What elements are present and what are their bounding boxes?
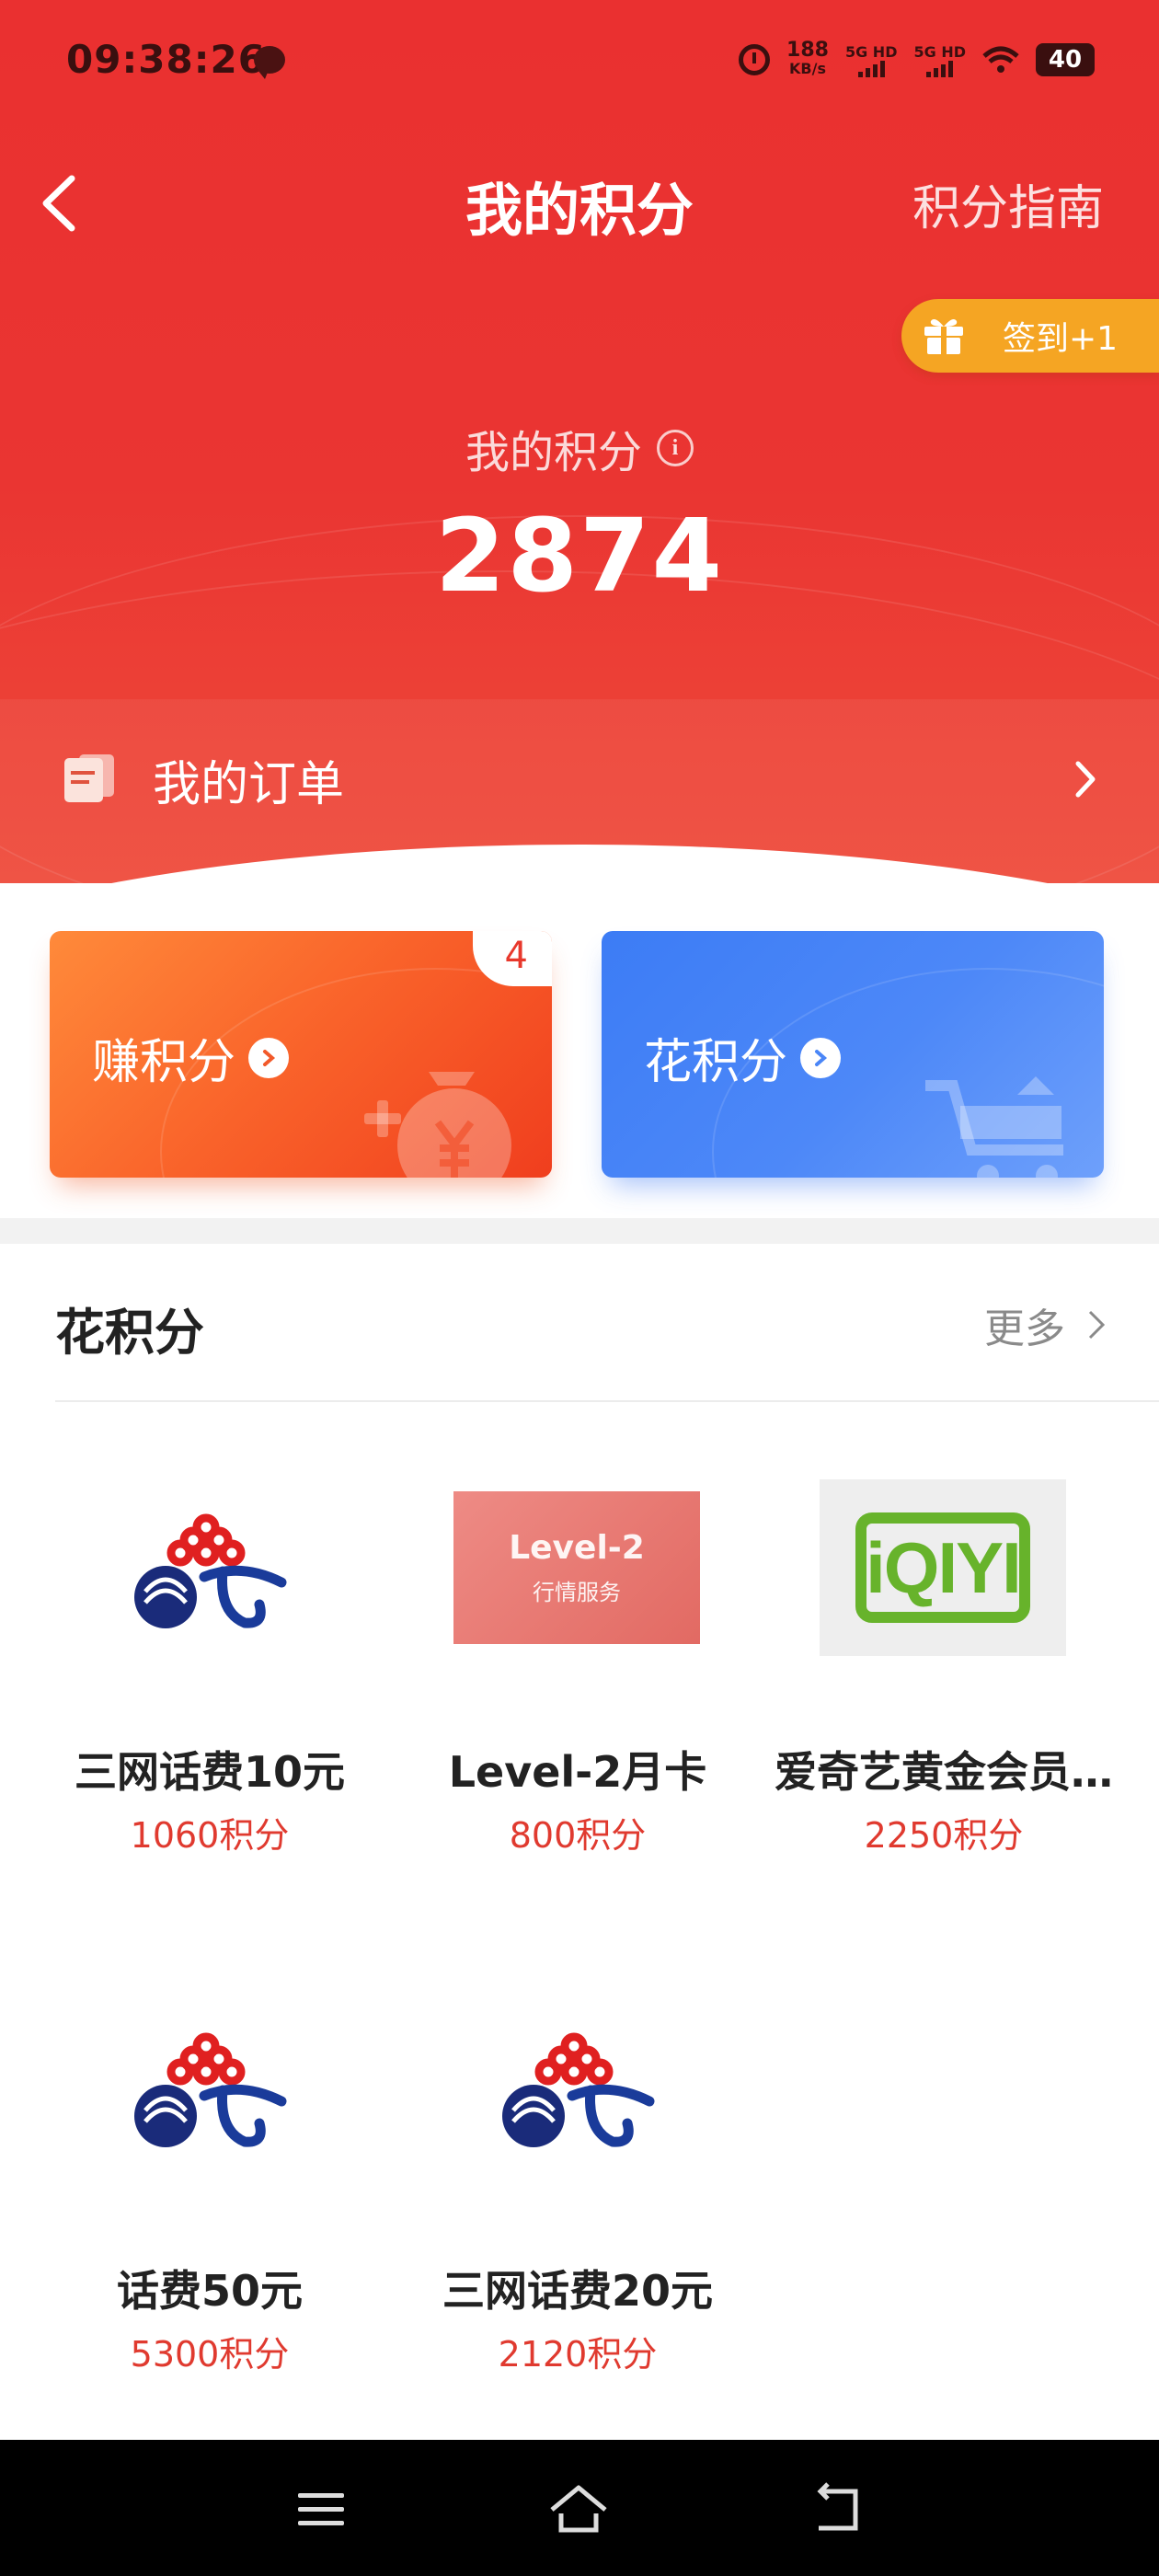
signal-bars-icon — [857, 60, 885, 77]
carrier-logos-image — [453, 1998, 701, 2175]
product-name: 三网话费10元 — [74, 1747, 345, 1797]
my-orders-row[interactable]: 我的订单 — [0, 708, 1159, 846]
system-nav-bar — [0, 2440, 1159, 2576]
network-speed-unit: KB/s — [789, 60, 826, 77]
chevron-right-icon — [1088, 1310, 1106, 1340]
spend-points-label-row: 花积分 — [644, 1023, 842, 1092]
signal-sim2: 5G HD — [913, 43, 966, 77]
product-name: 爱奇艺黄金会员… — [775, 1747, 1113, 1797]
section-divider — [0, 1218, 1159, 1244]
product-item[interactable]: Level-2 行情服务 Level-2月卡 800积分 — [394, 1479, 762, 1866]
network-speed: 188 KB/s — [786, 39, 829, 78]
arrow-right-icon — [248, 1037, 290, 1078]
chat-notification-icon — [254, 46, 285, 79]
product-price: 1060积分 — [130, 1815, 290, 1856]
carrier-logos-image — [85, 1479, 333, 1656]
order-icon — [64, 754, 114, 802]
signin-label: 签到+1 — [1003, 320, 1119, 358]
points-label-row: 我的积分 i — [0, 416, 1159, 480]
chevron-right-icon — [1075, 761, 1096, 798]
alarm-icon — [739, 44, 771, 75]
product-item[interactable]: iQIYI 爱奇艺黄金会员… 2250积分 — [760, 1479, 1128, 1866]
iqiyi-image: iQIYI — [819, 1479, 1067, 1656]
wifi-icon — [982, 46, 1019, 73]
carrier-logos-icon — [134, 2032, 287, 2147]
earn-points-label-row: 赚积分 — [92, 1023, 290, 1092]
level2-card-title: Level-2 — [509, 1529, 645, 1567]
product-name: 话费50元 — [116, 2266, 303, 2316]
product-item[interactable]: 话费50元 5300积分 — [26, 1998, 394, 2385]
iqiyi-logo-bg: iQIYI — [820, 1479, 1066, 1656]
earn-points-label: 赚积分 — [92, 1035, 236, 1090]
money-bag-icon — [364, 1072, 511, 1178]
status-indicators: 188 KB/s 5G HD 5G HD 40 — [739, 37, 1095, 83]
spend-points-label: 花积分 — [644, 1035, 788, 1090]
level2-card-subtitle: 行情服务 — [533, 1580, 621, 1605]
product-price: 5300积分 — [130, 2334, 290, 2375]
status-time: 09:38:26 — [66, 37, 266, 82]
more-label: 更多 — [984, 1305, 1065, 1352]
earn-badge-count: 4 — [504, 935, 528, 977]
product-item[interactable]: 三网话费10元 1060积分 — [26, 1479, 394, 1866]
spend-points-card[interactable]: 花积分 — [602, 931, 1104, 1178]
battery-indicator: 40 — [1036, 43, 1095, 76]
carrier-logos-image — [85, 1998, 333, 2175]
signal-sim1-label: 5G HD — [844, 42, 898, 61]
level2-card: Level-2 行情服务 — [453, 1491, 700, 1644]
points-label: 我的积分 — [465, 427, 642, 478]
product-name: Level-2月卡 — [448, 1747, 707, 1797]
product-name: 三网话费20元 — [442, 2266, 713, 2316]
my-orders-label: 我的订单 — [153, 757, 345, 812]
iqiyi-logo: iQIYI — [855, 1512, 1030, 1623]
network-speed-value: 188 — [786, 39, 829, 62]
arrow-right-icon — [800, 1037, 842, 1078]
product-price: 2250积分 — [864, 1815, 1024, 1856]
signal-sim2-label: 5G HD — [913, 42, 966, 61]
section-underline — [55, 1400, 1159, 1402]
signin-button[interactable]: 签到+1 — [901, 299, 1159, 373]
signal-bars-icon — [926, 60, 954, 77]
level2-image: Level-2 行情服务 — [453, 1479, 701, 1656]
cart-icon — [925, 1076, 1063, 1178]
carrier-logos-icon — [134, 1513, 287, 1628]
product-price: 2120积分 — [498, 2334, 658, 2375]
return-icon[interactable] — [804, 2477, 868, 2541]
carrier-logos-icon — [502, 2032, 655, 2147]
gift-icon — [924, 319, 963, 354]
points-value: 2874 — [434, 497, 725, 615]
points-guide-link[interactable]: 积分指南 — [912, 169, 1104, 238]
info-icon[interactable]: i — [657, 430, 694, 466]
menu-icon[interactable] — [289, 2477, 353, 2541]
earn-points-card[interactable]: 赚积分 4 — [50, 931, 552, 1178]
signal-sim1: 5G HD — [844, 42, 898, 77]
more-link[interactable]: 更多 — [984, 1295, 1107, 1354]
home-icon[interactable] — [546, 2477, 611, 2541]
product-price: 800积分 — [509, 1815, 647, 1856]
status-bar: 09:38:26 188 KB/s 5G HD 5G HD 40 — [0, 0, 1159, 120]
product-item[interactable]: 三网话费20元 2120积分 — [394, 1998, 762, 2385]
section-title: 花积分 — [55, 1304, 204, 1362]
